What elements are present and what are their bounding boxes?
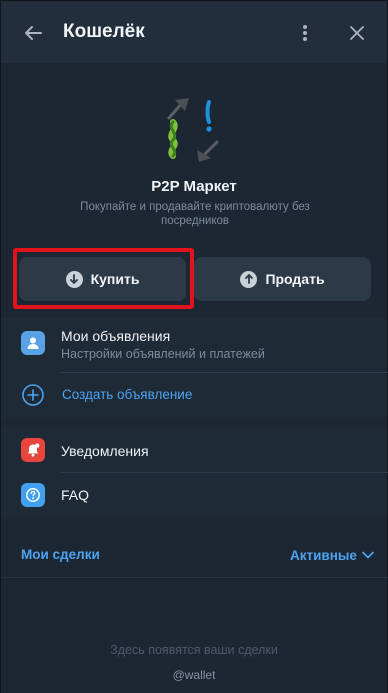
faq-row[interactable]: FAQ [1,473,387,517]
ads-section: Мои объявления Настройки объявлений и пл… [1,318,388,417]
sell-button-label: Продать [265,271,325,287]
buy-button[interactable]: Купить [19,257,186,301]
create-ad-label: Создать объявление [62,387,193,402]
wallet-window: Кошелёк P2P Маркет Покупайте и продавайт… [0,0,388,693]
question-icon [21,483,45,507]
deals-filter-label: Активные [290,547,357,563]
plus-circle-icon [21,383,45,407]
deals-title: Мои сделки [21,547,100,562]
notifications-label: Уведомления [61,443,149,459]
deals-empty-text: Здесь появятся ваши сделки [110,643,278,657]
chevron-down-icon [362,546,374,564]
more-vertical-icon[interactable] [293,19,317,47]
sell-button[interactable]: Продать [194,257,371,301]
arrow-up-circle-icon [240,270,258,288]
p2p-market-logo-icon [163,94,227,166]
page-title: Кошелёк [63,21,145,42]
user-icon [21,331,45,355]
bell-icon [21,438,45,462]
create-ad-row[interactable]: Создать объявление [1,373,387,417]
deals-filter-dropdown[interactable]: Активные [290,546,374,564]
my-ads-row[interactable]: Мои объявления Настройки объявлений и пл… [1,318,387,372]
buy-button-label: Купить [90,271,140,287]
my-ads-label: Мои объявления [61,328,171,344]
hero-title: P2P Маркет [151,178,237,195]
back-arrow-icon[interactable] [19,19,47,47]
arrow-down-circle-icon [65,270,83,288]
wallet-handle[interactable]: @wallet [1,668,387,682]
divider [1,577,388,578]
misc-section: Уведомления FAQ [1,427,388,517]
hero-subtitle: Покупайте и продавайте криптовалюту без … [80,201,310,227]
my-ads-subtitle: Настройки объявлений и платежей [61,347,265,361]
faq-label: FAQ [61,487,90,503]
header-bar: Кошелёк [1,1,387,63]
close-icon[interactable] [343,19,371,47]
notifications-row[interactable]: Уведомления [1,427,387,472]
